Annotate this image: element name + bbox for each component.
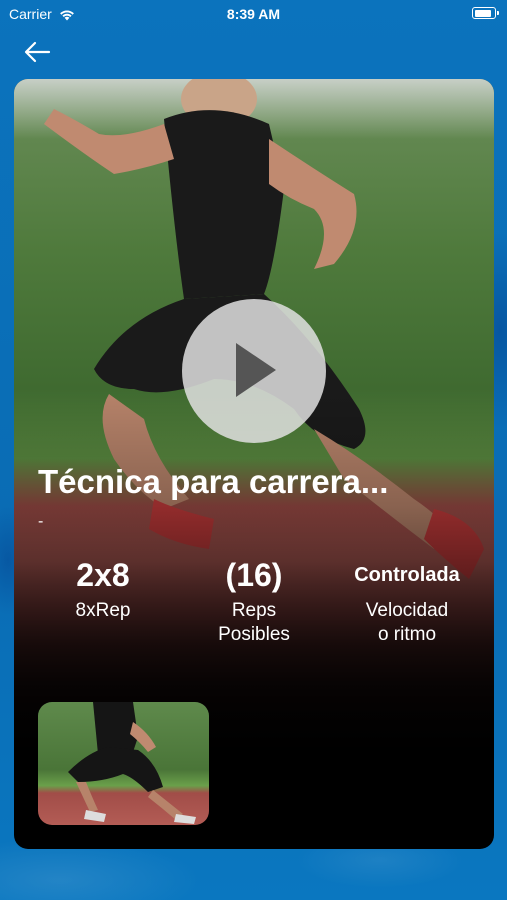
- arrow-left-icon: [24, 41, 51, 63]
- exercise-stats: 2x8 8xRep (16) Reps Posibles Controlada …: [14, 555, 494, 665]
- stat-speed: Controlada Velocidad o ritmo: [332, 555, 482, 647]
- battery-fill: [474, 9, 491, 17]
- stat-sets-value: 2x8: [76, 557, 130, 593]
- runner-thumbnail-image: [68, 702, 196, 824]
- stat-reps: (16) Reps Posibles: [194, 555, 314, 647]
- exercise-subtitle: -: [38, 513, 44, 530]
- battery-icon: [472, 7, 499, 19]
- exercise-card: Técnica para carrera... - 2x8 8xRep (16)…: [14, 79, 494, 849]
- stat-reps-value: (16): [225, 557, 283, 593]
- clock: 8:39 AM: [226, 6, 281, 22]
- exercise-title: Técnica para carrera...: [38, 463, 389, 500]
- back-button[interactable]: [22, 38, 54, 66]
- stat-speed-value: Controlada: [354, 564, 460, 586]
- stat-sets-label: 8xRep: [75, 600, 131, 621]
- stat-sets: 2x8 8xRep: [44, 555, 162, 623]
- exercise-thumbnail[interactable]: [38, 702, 209, 825]
- status-bar: Carrier 8:39 AM: [0, 0, 507, 28]
- play-button[interactable]: [182, 299, 326, 443]
- play-icon: [236, 343, 276, 397]
- stat-reps-label-line1: Reps: [231, 600, 277, 621]
- stat-reps-label-line2: Posibles: [218, 624, 290, 645]
- stat-speed-label-line2: o ritmo: [377, 624, 437, 645]
- stat-speed-label-line1: Velocidad: [365, 600, 449, 621]
